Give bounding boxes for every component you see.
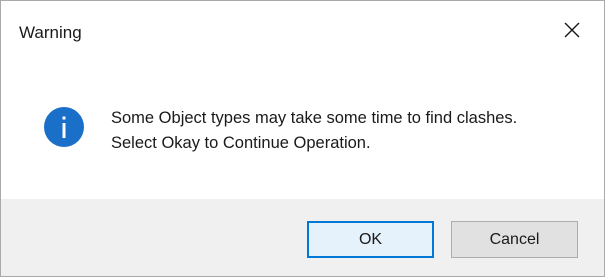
ok-button[interactable]: OK <box>307 221 434 258</box>
cancel-button[interactable]: Cancel <box>451 221 578 258</box>
close-button[interactable] <box>549 11 595 49</box>
dialog-title: Warning <box>19 23 82 42</box>
message-line-1: Some Object types may take some time to … <box>111 109 518 127</box>
info-icon <box>44 107 84 147</box>
warning-dialog: Warning Some Object types may take some … <box>0 0 605 277</box>
message-line-2: Select Okay to Continue Operation. <box>111 134 371 152</box>
close-icon <box>564 22 580 38</box>
button-bar: OK Cancel <box>1 199 604 276</box>
title-bar: Warning <box>1 1 604 57</box>
warning-message: Some Object types may take some time to … <box>111 106 517 156</box>
dialog-content: Some Object types may take some time to … <box>1 57 604 199</box>
